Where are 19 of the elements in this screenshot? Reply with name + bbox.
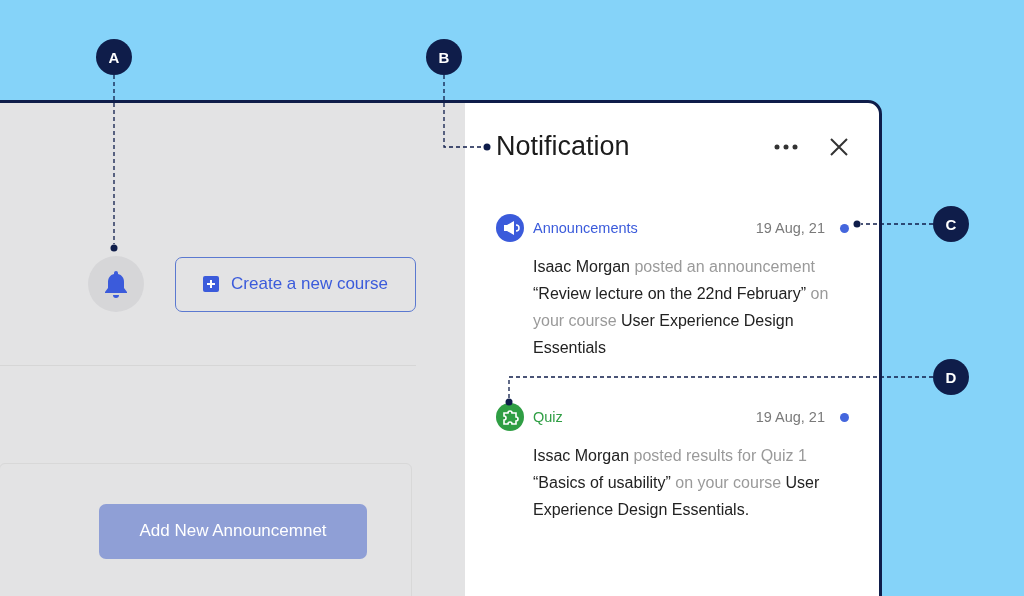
notification-text: Isaac Morgan posted an announcement “Review lecture on the 22nd February” on your course User Experience Design Essentials bbox=[533, 257, 830, 358]
close-icon[interactable] bbox=[829, 136, 849, 157]
puzzle-icon bbox=[496, 403, 524, 431]
notification-text: Issac Morgan posted results for Quiz 1 “Basics of usability” on your course User Experience Design Essentials. bbox=[533, 446, 821, 520]
annotation-marker: B bbox=[426, 39, 462, 75]
panel-title: Notification bbox=[496, 131, 631, 162]
annotation-marker: C bbox=[933, 206, 969, 242]
create-course-button[interactable]: Create a new course bbox=[175, 256, 416, 312]
annotation-marker: D bbox=[933, 359, 969, 395]
date-text: 19 Aug, 21 bbox=[755, 409, 825, 425]
plus-square-icon bbox=[203, 276, 220, 292]
date-text: 19 Aug, 21 bbox=[755, 220, 825, 236]
megaphone-icon bbox=[496, 214, 524, 242]
more-icon[interactable] bbox=[774, 143, 798, 150]
bell-icon bbox=[103, 270, 129, 298]
category-label: Quiz bbox=[533, 409, 564, 425]
category-label: Announcements bbox=[533, 220, 639, 236]
notification-bell-button[interactable] bbox=[88, 256, 144, 312]
annotation-marker: A bbox=[96, 39, 132, 75]
